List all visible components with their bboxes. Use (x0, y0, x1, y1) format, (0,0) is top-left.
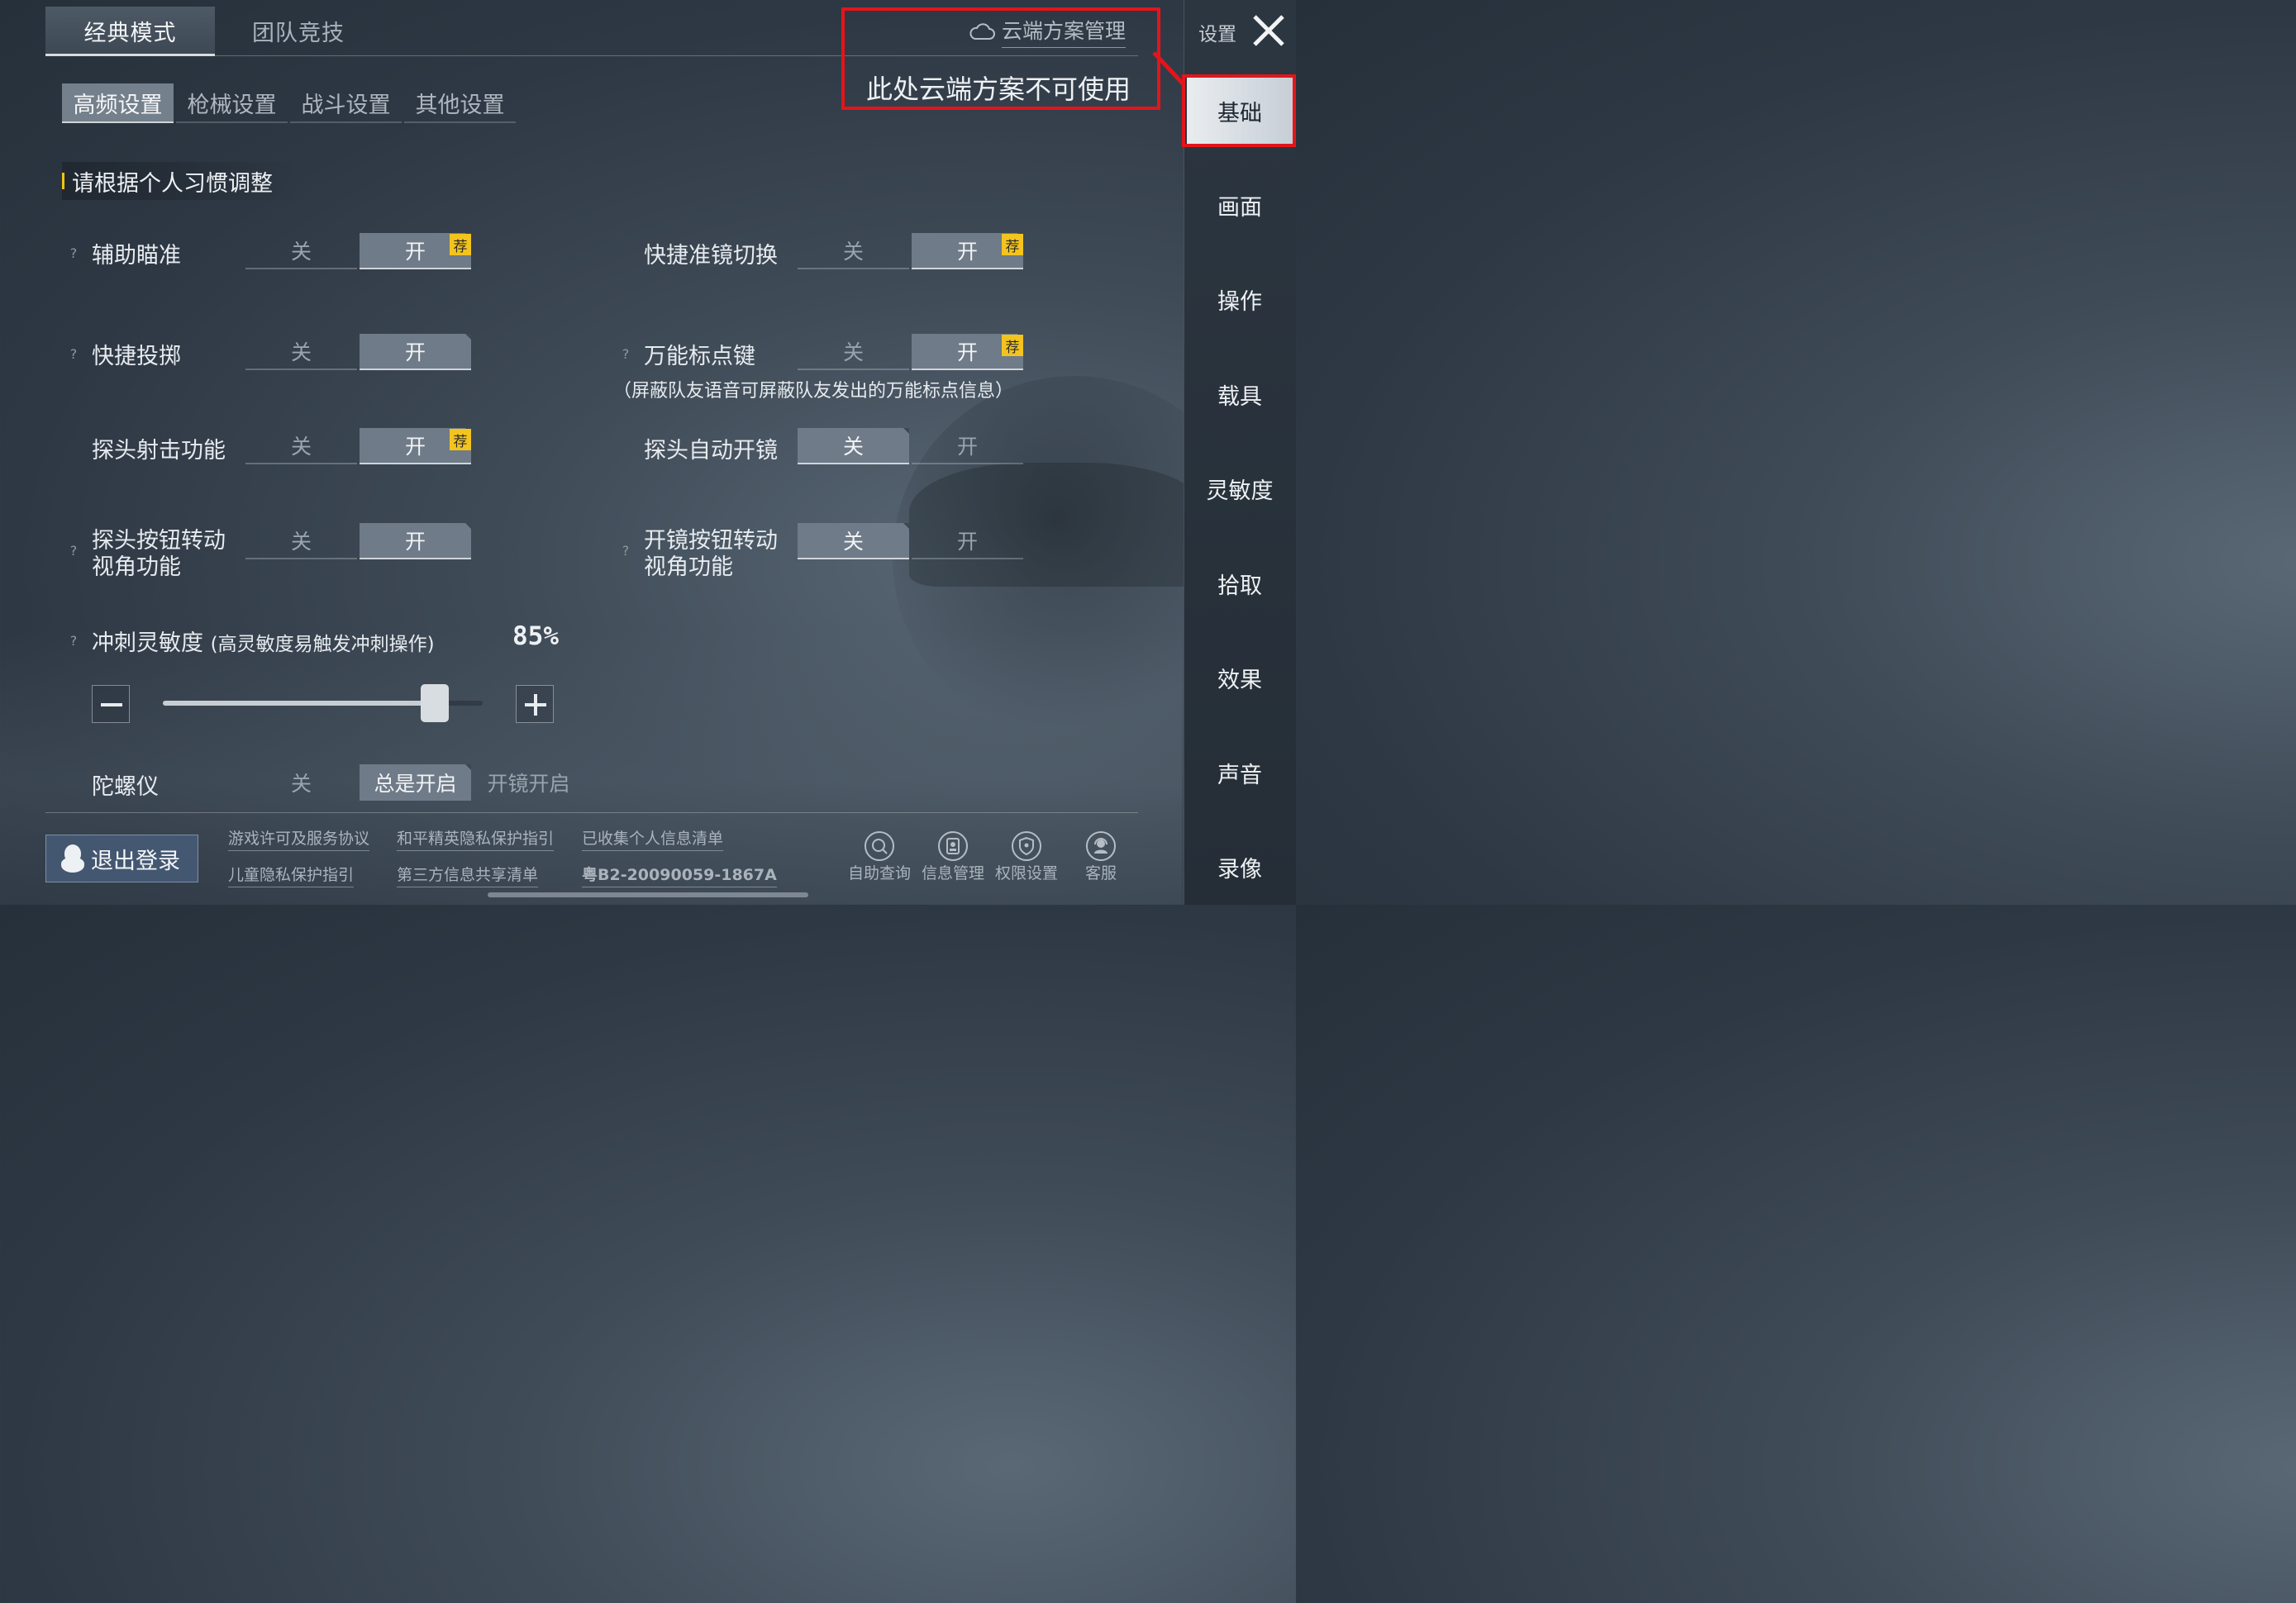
increase-button[interactable] (516, 685, 554, 723)
recommend-badge: 荐 (1002, 234, 1023, 255)
peek-auto-scope-on[interactable]: 开 (912, 428, 1023, 464)
link-collected-info-list[interactable]: 已收集个人信息清单 (582, 826, 724, 851)
permission-settings-button[interactable]: 权限设置 (991, 831, 1062, 883)
subtab-weapon[interactable]: 枪械设置 (176, 83, 288, 123)
help-icon-scope-button-rotate[interactable]: ? (617, 541, 635, 559)
info-management-button[interactable]: 信息管理 (917, 831, 988, 883)
sidebar-item-vehicle[interactable]: 载具 (1184, 361, 1296, 427)
universal-marker-note: （屏蔽队友语音可屏蔽队友发出的万能标点信息） (613, 381, 1014, 402)
search-icon (865, 831, 894, 861)
bottom-divider (45, 812, 1138, 813)
settings-title: 设置 (1198, 24, 1236, 45)
sidebar-item-effects[interactable]: 效果 (1184, 645, 1296, 711)
label-peek-button-rotate-line2: 视角功能 (92, 554, 181, 580)
quick-scope-switch-off[interactable]: 关 (798, 233, 909, 269)
gyroscope-always-on[interactable]: 总是开启 (360, 764, 471, 801)
label-peek-auto-scope: 探头自动开镜 (644, 438, 778, 464)
peek-shoot-off[interactable]: 关 (245, 428, 357, 464)
sidebar-item-pickup[interactable]: 拾取 (1184, 550, 1296, 616)
tab-classic-mode[interactable]: 经典模式 (45, 7, 215, 56)
label-scope-button-rotate-line2: 视角功能 (644, 554, 733, 580)
sidebar-item-recording[interactable]: 录像 (1184, 834, 1296, 900)
horizontal-scrollbar[interactable] (488, 892, 808, 897)
quick-throw-off[interactable]: 关 (245, 334, 357, 370)
help-icon-peek-button-rotate[interactable]: ? (64, 541, 83, 559)
peek-auto-scope-off[interactable]: 关 (798, 428, 909, 464)
support-agent-icon (1086, 831, 1116, 861)
label-aim-assist: 辅助瞄准 (92, 243, 181, 269)
sprint-sensitivity-slider-thumb[interactable] (420, 684, 449, 722)
label-gyroscope: 陀螺仪 (92, 774, 159, 800)
decrease-button[interactable] (92, 685, 130, 723)
customer-service-button[interactable]: 客服 (1071, 831, 1131, 883)
label-quick-scope-switch: 快捷准镜切换 (644, 243, 778, 269)
link-child-privacy[interactable]: 儿童隐私保护指引 (228, 863, 355, 887)
subtab-combat[interactable]: 战斗设置 (290, 83, 402, 123)
label-universal-marker: 万能标点键 (644, 344, 755, 369)
help-icon-aim-assist[interactable]: ? (64, 244, 83, 262)
scope-button-rotate-on[interactable]: 开 (912, 523, 1023, 559)
gyroscope-off[interactable]: 关 (245, 764, 357, 801)
link-third-party-sharing[interactable]: 第三方信息共享清单 (397, 863, 539, 887)
link-privacy-guide[interactable]: 和平精英隐私保护指引 (397, 826, 555, 851)
section-header: 请根据个人习惯调整 (62, 162, 302, 200)
recommend-badge: 荐 (450, 429, 471, 450)
qq-penguin-icon (61, 844, 84, 873)
label-sprint-sensitivity: 冲刺灵敏度 (高灵敏度易触发冲刺操作) (92, 630, 435, 656)
logout-button[interactable]: 退出登录 (45, 835, 198, 882)
peek-button-rotate-off[interactable]: 关 (245, 523, 357, 559)
minus-icon (101, 703, 122, 706)
peek-button-rotate-on[interactable]: 开 (360, 523, 471, 559)
help-icon-quick-throw[interactable]: ? (64, 345, 83, 363)
gyroscope-on-scope[interactable]: 开镜开启 (473, 764, 584, 801)
tab-team-deathmatch[interactable]: 团队竞技 (217, 7, 380, 55)
universal-marker-off[interactable]: 关 (798, 334, 909, 370)
recommend-badge: 荐 (450, 234, 471, 255)
id-card-icon (938, 831, 968, 861)
sidebar-highlight-box (1182, 74, 1296, 147)
sidebar-item-controls[interactable]: 操作 (1184, 266, 1296, 332)
self-service-query-button[interactable]: 自助查询 (844, 831, 915, 883)
quick-throw-on[interactable]: 开 (360, 334, 471, 370)
sidebar-item-sound[interactable]: 声音 (1184, 740, 1296, 806)
sprint-sensitivity-hint: (高灵敏度易触发冲刺操作) (210, 634, 435, 655)
help-icon-universal-marker[interactable]: ? (617, 345, 635, 363)
close-button[interactable] (1248, 12, 1289, 50)
sidebar-item-graphics[interactable]: 画面 (1184, 172, 1296, 238)
link-icp-license[interactable]: 粤B2-20090059-1867A (582, 863, 777, 887)
label-peek-shoot: 探头射击功能 (92, 438, 226, 464)
aim-assist-off[interactable]: 关 (245, 233, 357, 269)
label-quick-throw: 快捷投掷 (92, 344, 181, 369)
sidebar-item-sensitivity[interactable]: 灵敏度 (1184, 455, 1296, 521)
subtab-other[interactable]: 其他设置 (404, 83, 516, 123)
sprint-sensitivity-slider-fill (163, 701, 435, 706)
scope-button-rotate-off[interactable]: 关 (798, 523, 909, 559)
recommend-badge: 荐 (1002, 335, 1023, 356)
shield-icon (1012, 831, 1041, 861)
help-icon-sprint-sensitivity[interactable]: ? (64, 631, 83, 649)
sprint-sensitivity-value: 85% (512, 621, 559, 651)
close-icon (1253, 15, 1284, 46)
cloud-highlight-box (841, 7, 1160, 110)
link-service-agreement[interactable]: 游戏许可及服务协议 (228, 826, 370, 851)
subtab-high-frequency[interactable]: 高频设置 (62, 83, 174, 123)
